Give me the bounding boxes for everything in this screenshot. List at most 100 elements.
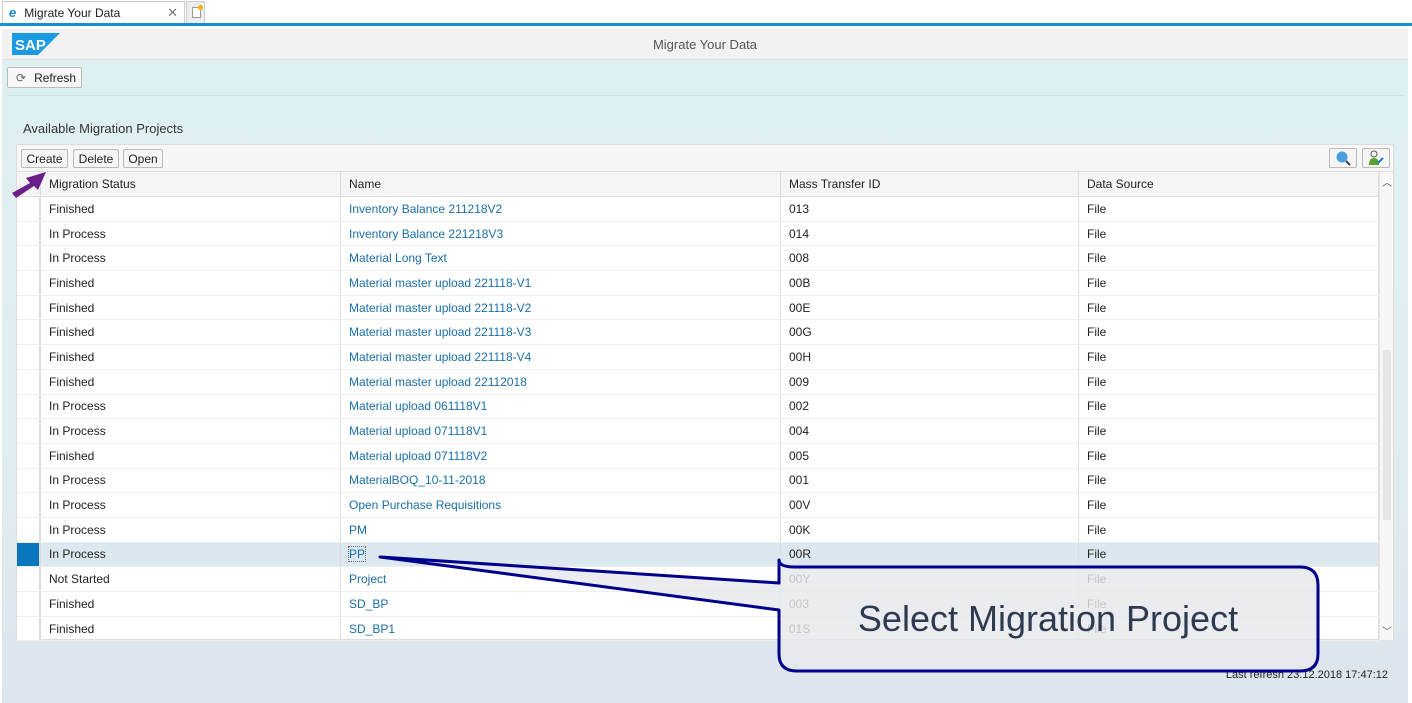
project-link[interactable]: PP [347,546,367,563]
browser-tab[interactable]: e Migrate Your Data ✕ [2,1,185,23]
table-row[interactable]: Not Started Project 00Y File [17,567,1379,592]
mass-transfer-id-cell: 00B [781,271,1079,295]
project-link[interactable]: Material Long Text [349,251,447,265]
row-selector[interactable] [17,394,41,419]
row-selector[interactable] [17,443,41,468]
status-cell: Finished [41,197,341,221]
project-link[interactable]: Material master upload 221118-V2 [349,301,531,315]
project-link[interactable]: Material master upload 22112018 [349,375,527,389]
project-link[interactable]: Inventory Balance 211218V2 [349,202,502,216]
create-button[interactable]: Create [21,149,68,168]
table-row[interactable]: Finished Material master upload 221118-V1… [17,271,1379,296]
table-row[interactable]: In Process PP 00R File [17,542,1379,568]
column-header-name[interactable]: Name [341,172,781,196]
column-header-data-source[interactable]: Data Source [1079,172,1379,196]
search-icon [1336,151,1351,166]
row-selector[interactable] [17,592,41,616]
delete-button[interactable]: Delete [73,149,119,168]
project-link[interactable]: Project [349,572,386,586]
status-cell: Finished [41,616,341,641]
project-link[interactable]: SD_BP1 [349,622,395,636]
column-header-status[interactable]: Migration Status [41,172,341,196]
name-cell[interactable]: Inventory Balance 221218V3 [341,221,781,246]
table-row[interactable]: In Process Open Purchase Requisitions 00V F… [17,493,1379,518]
name-cell[interactable]: SD_BP1 [341,616,781,641]
table-row[interactable]: In Process PM 00K File [17,517,1379,543]
name-cell[interactable]: Material master upload 221118-V3 [341,320,781,345]
open-button[interactable]: Open [123,149,163,168]
table-row[interactable]: Finished Material master upload 22112018 0… [17,369,1379,395]
row-selector[interactable] [17,517,41,542]
project-link[interactable]: SD_BP [349,597,388,611]
name-cell[interactable]: MaterialBOQ_10-11-2018 [341,468,781,493]
table-row[interactable]: Finished Material master upload 221118-V3… [17,320,1379,346]
table-row[interactable]: In Process MaterialBOQ_10-11-2018 001 File [17,468,1379,494]
project-link[interactable]: Material master upload 221118-V3 [349,325,531,339]
cell-text: In Process [49,498,106,513]
name-cell[interactable]: Project [341,567,781,591]
project-link[interactable]: Open Purchase Requisitions [349,498,501,512]
table-row[interactable]: In Process Material Long Text 008 File [17,246,1379,272]
row-selector[interactable] [17,246,41,271]
table-row[interactable]: Finished Inventory Balance 211218V2 013 Fil… [17,197,1379,222]
close-tab-icon[interactable]: ✕ [167,5,178,21]
row-selector[interactable] [17,271,41,295]
name-cell[interactable]: Open Purchase Requisitions [341,493,781,517]
row-selector[interactable] [17,345,41,369]
name-cell[interactable]: PM [341,517,781,542]
new-tab-button[interactable] [186,1,205,23]
row-selector[interactable] [17,221,41,246]
project-link[interactable]: Material upload 061118V1 [349,399,487,413]
personalize-button[interactable] [1362,148,1390,168]
name-cell[interactable]: Material upload 071118V2 [341,443,781,468]
name-cell[interactable]: Material master upload 221118-V1 [341,271,781,295]
row-selector[interactable] [17,567,41,591]
project-link[interactable]: Inventory Balance 221218V3 [349,227,503,241]
scroll-up-icon[interactable]: ︿ [1382,174,1392,189]
search-button[interactable] [1329,148,1357,168]
project-link[interactable]: Material upload 071118V2 [349,449,487,463]
vertical-scrollbar[interactable]: ︿ ﹀ [1379,172,1393,640]
column-header-mass-transfer-id[interactable]: Mass Transfer ID [781,172,1079,196]
row-selector[interactable] [17,320,41,345]
callout-text: Select Migration Project [857,598,1239,639]
table-row[interactable]: In Process Inventory Balance 221218V3 014 F… [17,221,1379,247]
table-row[interactable]: Finished Material master upload 221118-V4… [17,345,1379,370]
name-cell[interactable]: SD_BP [341,592,781,616]
project-link[interactable]: Material master upload 221118-V4 [349,350,531,364]
project-link[interactable]: Material master upload 221118-V1 [349,276,531,290]
name-cell[interactable]: Inventory Balance 211218V2 [341,197,781,221]
name-cell[interactable]: Material master upload 221118-V2 [341,295,781,320]
name-cell[interactable]: Material master upload 22112018 [341,369,781,394]
table-row[interactable]: In Process Material upload 061118V1 002 Fil… [17,394,1379,420]
select-all-cell[interactable] [17,172,41,196]
scrollbar-thumb[interactable] [1383,350,1391,520]
name-cell[interactable]: Material upload 071118V1 [341,419,781,443]
cell-text: 00R [789,547,812,562]
table-row[interactable]: Finished Material master upload 221118-V2… [17,295,1379,321]
row-selector[interactable] [17,369,41,394]
table-row[interactable]: Finished Material upload 071118V2 005 File [17,443,1379,469]
row-selector[interactable] [17,197,41,221]
row-selector[interactable] [17,616,41,641]
scroll-down-icon[interactable]: ﹀ [1382,623,1392,638]
row-selector[interactable] [17,493,41,517]
row-selector[interactable] [17,419,41,443]
row-selector[interactable] [17,542,41,567]
project-link[interactable]: MaterialBOQ_10-11-2018 [349,473,486,487]
name-cell[interactable]: Material master upload 221118-V4 [341,345,781,369]
row-selector[interactable] [17,468,41,493]
table-row[interactable]: In Process Material upload 071118V1 004 Fil… [17,419,1379,444]
status-cell: In Process [41,419,341,443]
project-link[interactable]: PM [349,523,367,537]
name-cell[interactable]: Material Long Text [341,246,781,271]
cell-text: 001 [789,473,810,488]
name-cell[interactable]: Material upload 061118V1 [341,394,781,419]
mass-transfer-id-cell: 001 [781,468,1079,493]
row-selector[interactable] [17,295,41,320]
name-cell[interactable]: PP [341,542,781,567]
refresh-button[interactable]: ⟳ Refresh [7,67,82,88]
project-link[interactable]: Material upload 071118V1 [349,424,487,438]
cell-text: File [1087,424,1107,439]
table-body: Finished Inventory Balance 211218V2 013 Fil… [17,197,1379,642]
